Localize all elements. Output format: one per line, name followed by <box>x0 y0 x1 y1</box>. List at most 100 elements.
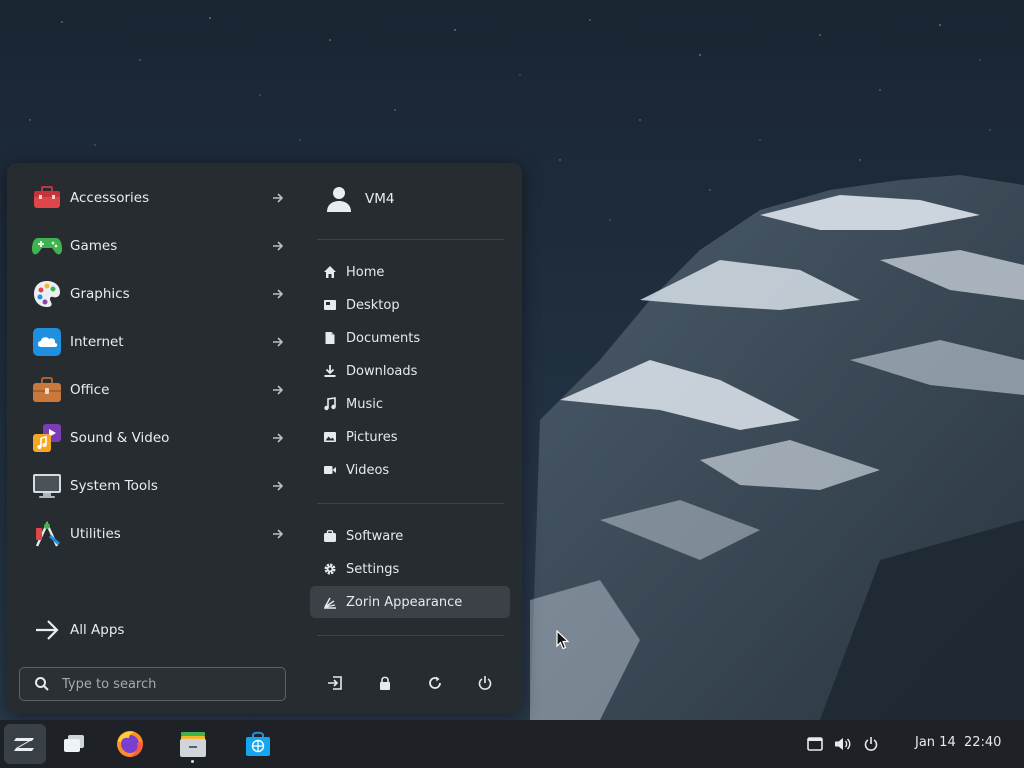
zorin-menu-icon <box>14 738 34 751</box>
arrow-right-icon <box>32 615 62 645</box>
menu-item-label: Zorin Appearance <box>346 594 463 610</box>
category-label: System Tools <box>70 478 158 494</box>
toolbox-icon <box>32 183 62 213</box>
place-home[interactable]: Home <box>310 256 510 288</box>
place-pictures[interactable]: Pictures <box>310 421 510 453</box>
briefcase-icon <box>32 375 62 405</box>
power-icon <box>478 676 492 690</box>
place-videos[interactable]: Videos <box>310 454 510 486</box>
divider <box>317 239 504 240</box>
files-button[interactable] <box>172 724 214 764</box>
arrow-right-icon <box>273 193 284 203</box>
place-label: Documents <box>346 330 421 346</box>
all-apps-button[interactable]: All Apps <box>25 608 295 652</box>
user-account-button[interactable]: VM4 <box>319 181 509 217</box>
software-icon <box>322 528 338 544</box>
start-menu: Accessories Games Graphics Internet Offi… <box>7 163 522 713</box>
search-input[interactable] <box>62 676 262 692</box>
category-office[interactable]: Office <box>25 368 295 412</box>
category-label: Office <box>70 382 110 398</box>
desktop-icon <box>322 297 338 313</box>
menu-item-settings[interactable]: Settings <box>310 553 510 585</box>
all-apps-label: All Apps <box>70 622 125 638</box>
category-graphics[interactable]: Graphics <box>25 272 295 316</box>
place-documents[interactable]: Documents <box>310 322 510 354</box>
video-icon <box>322 462 338 478</box>
category-label: Accessories <box>70 190 150 206</box>
search-icon <box>35 677 49 691</box>
volume-icon <box>835 738 851 750</box>
category-accessories[interactable]: Accessories <box>25 176 295 220</box>
place-label: Home <box>346 264 385 280</box>
home-icon <box>322 264 338 280</box>
clock[interactable]: Jan 14 22:40 <box>915 735 1001 750</box>
divider <box>317 503 504 504</box>
restart-button[interactable] <box>420 668 450 698</box>
category-utilities[interactable]: Utilities <box>25 512 295 556</box>
divider <box>317 635 504 636</box>
category-label: Sound & Video <box>70 430 170 446</box>
place-label: Desktop <box>346 297 400 313</box>
workspaces-button[interactable] <box>53 724 95 764</box>
power-tray-button[interactable] <box>861 734 881 754</box>
place-desktop[interactable]: Desktop <box>310 289 510 321</box>
arrow-right-icon <box>273 385 284 395</box>
clock-date: Jan 14 <box>915 735 956 750</box>
zorin-menu-button[interactable] <box>4 724 46 764</box>
firefox-icon <box>117 731 143 757</box>
gear-icon <box>322 561 338 577</box>
category-sound-video[interactable]: Sound & Video <box>25 416 295 460</box>
running-indicator <box>191 760 194 763</box>
search-box[interactable] <box>19 667 286 701</box>
arrow-right-icon <box>273 481 284 491</box>
category-games[interactable]: Games <box>25 224 295 268</box>
menu-item-software[interactable]: Software <box>310 520 510 552</box>
files-icon <box>180 732 206 757</box>
gamepad-icon <box>32 231 62 261</box>
category-internet[interactable]: Internet <box>25 320 295 364</box>
arrow-right-icon <box>273 337 284 347</box>
place-downloads[interactable]: Downloads <box>310 355 510 387</box>
download-icon <box>322 363 338 379</box>
lock-icon <box>380 676 390 690</box>
place-label: Videos <box>346 462 390 478</box>
software-store-icon <box>246 731 270 756</box>
arrow-right-icon <box>273 289 284 299</box>
utilities-icon <box>32 519 62 549</box>
arrow-right-icon <box>273 433 284 443</box>
music-icon <box>322 396 338 412</box>
category-label: Internet <box>70 334 124 350</box>
power-icon <box>864 737 878 751</box>
user-icon <box>327 187 351 212</box>
software-store-button[interactable] <box>237 724 279 764</box>
pictures-icon <box>322 429 338 445</box>
arrow-right-icon <box>273 529 284 539</box>
menu-item-label: Software <box>346 528 404 544</box>
mouse-cursor-icon <box>556 630 570 650</box>
workspaces-icon <box>64 735 84 752</box>
category-label: Utilities <box>70 526 121 542</box>
monitor-icon <box>32 471 62 501</box>
category-label: Graphics <box>70 286 130 302</box>
keyboard-tray-button[interactable] <box>805 734 825 754</box>
media-icon <box>32 423 62 453</box>
arrow-right-icon <box>273 241 284 251</box>
power-off-button[interactable] <box>470 668 500 698</box>
place-music[interactable]: Music <box>310 388 510 420</box>
logout-icon <box>328 676 342 690</box>
palette-icon <box>32 279 62 309</box>
taskbar: Jan 14 22:40 <box>0 720 1024 768</box>
user-name: VM4 <box>365 191 395 207</box>
appearance-icon <box>322 594 338 610</box>
screenshot-icon <box>807 737 823 751</box>
category-system-tools[interactable]: System Tools <box>25 464 295 508</box>
place-label: Downloads <box>346 363 418 379</box>
place-label: Music <box>346 396 383 412</box>
logout-button[interactable] <box>320 668 350 698</box>
place-label: Pictures <box>346 429 398 445</box>
volume-tray-button[interactable] <box>833 734 853 754</box>
menu-item-zorin-appearance[interactable]: Zorin Appearance <box>310 586 510 618</box>
firefox-button[interactable] <box>109 724 151 764</box>
clock-time: 22:40 <box>963 735 1002 750</box>
lock-button[interactable] <box>370 668 400 698</box>
